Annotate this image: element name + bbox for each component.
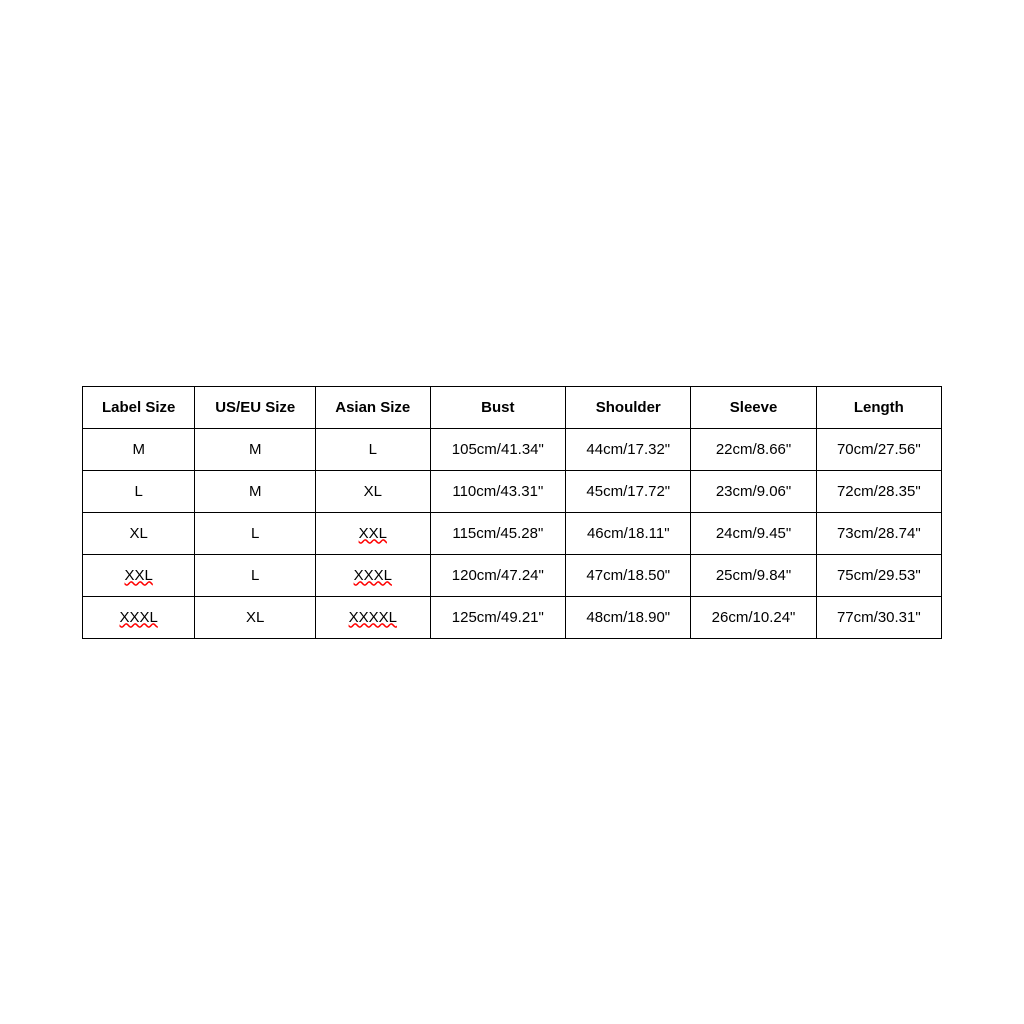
cell-shoulder: 46cm/18.11" xyxy=(566,512,691,554)
cell-sleeve: 22cm/8.66" xyxy=(691,428,816,470)
cell-length: 72cm/28.35" xyxy=(816,470,941,512)
col-header-shoulder: Shoulder xyxy=(566,386,691,428)
cell-length: 70cm/27.56" xyxy=(816,428,941,470)
cell-label_size: M xyxy=(83,428,195,470)
cell-us_eu_size: L xyxy=(195,512,316,554)
table-row: LMXL110cm/43.31"45cm/17.72"23cm/9.06"72c… xyxy=(83,470,942,512)
col-header-length: Length xyxy=(816,386,941,428)
cell-sleeve: 26cm/10.24" xyxy=(691,596,816,638)
cell-sleeve: 25cm/9.84" xyxy=(691,554,816,596)
table-row: XXXLXLXXXXL125cm/49.21"48cm/18.90"26cm/1… xyxy=(83,596,942,638)
cell-asian_size: XXL xyxy=(316,512,430,554)
cell-shoulder: 47cm/18.50" xyxy=(566,554,691,596)
cell-shoulder: 45cm/17.72" xyxy=(566,470,691,512)
cell-shoulder: 48cm/18.90" xyxy=(566,596,691,638)
col-header-sleeve: Sleeve xyxy=(691,386,816,428)
col-header-us-eu-size: US/EU Size xyxy=(195,386,316,428)
size-chart-table: Label Size US/EU Size Asian Size Bust Sh… xyxy=(82,386,942,639)
cell-shoulder: 44cm/17.32" xyxy=(566,428,691,470)
cell-bust: 120cm/47.24" xyxy=(430,554,566,596)
table-row: XXLLXXXL120cm/47.24"47cm/18.50"25cm/9.84… xyxy=(83,554,942,596)
cell-length: 73cm/28.74" xyxy=(816,512,941,554)
col-header-bust: Bust xyxy=(430,386,566,428)
cell-label_size: XXL xyxy=(83,554,195,596)
cell-bust: 115cm/45.28" xyxy=(430,512,566,554)
cell-asian_size: XL xyxy=(316,470,430,512)
table-row: MML105cm/41.34"44cm/17.32"22cm/8.66"70cm… xyxy=(83,428,942,470)
cell-sleeve: 24cm/9.45" xyxy=(691,512,816,554)
cell-asian_size: L xyxy=(316,428,430,470)
cell-us_eu_size: XL xyxy=(195,596,316,638)
col-header-label-size: Label Size xyxy=(83,386,195,428)
cell-label_size: XXXL xyxy=(83,596,195,638)
cell-us_eu_size: M xyxy=(195,470,316,512)
col-header-asian-size: Asian Size xyxy=(316,386,430,428)
size-chart-container: Label Size US/EU Size Asian Size Bust Sh… xyxy=(82,386,942,639)
cell-length: 75cm/29.53" xyxy=(816,554,941,596)
table-row: XLLXXL115cm/45.28"46cm/18.11"24cm/9.45"7… xyxy=(83,512,942,554)
cell-bust: 110cm/43.31" xyxy=(430,470,566,512)
cell-asian_size: XXXXL xyxy=(316,596,430,638)
cell-bust: 105cm/41.34" xyxy=(430,428,566,470)
cell-length: 77cm/30.31" xyxy=(816,596,941,638)
cell-label_size: XL xyxy=(83,512,195,554)
cell-sleeve: 23cm/9.06" xyxy=(691,470,816,512)
cell-bust: 125cm/49.21" xyxy=(430,596,566,638)
cell-us_eu_size: M xyxy=(195,428,316,470)
cell-label_size: L xyxy=(83,470,195,512)
table-header-row: Label Size US/EU Size Asian Size Bust Sh… xyxy=(83,386,942,428)
cell-us_eu_size: L xyxy=(195,554,316,596)
cell-asian_size: XXXL xyxy=(316,554,430,596)
